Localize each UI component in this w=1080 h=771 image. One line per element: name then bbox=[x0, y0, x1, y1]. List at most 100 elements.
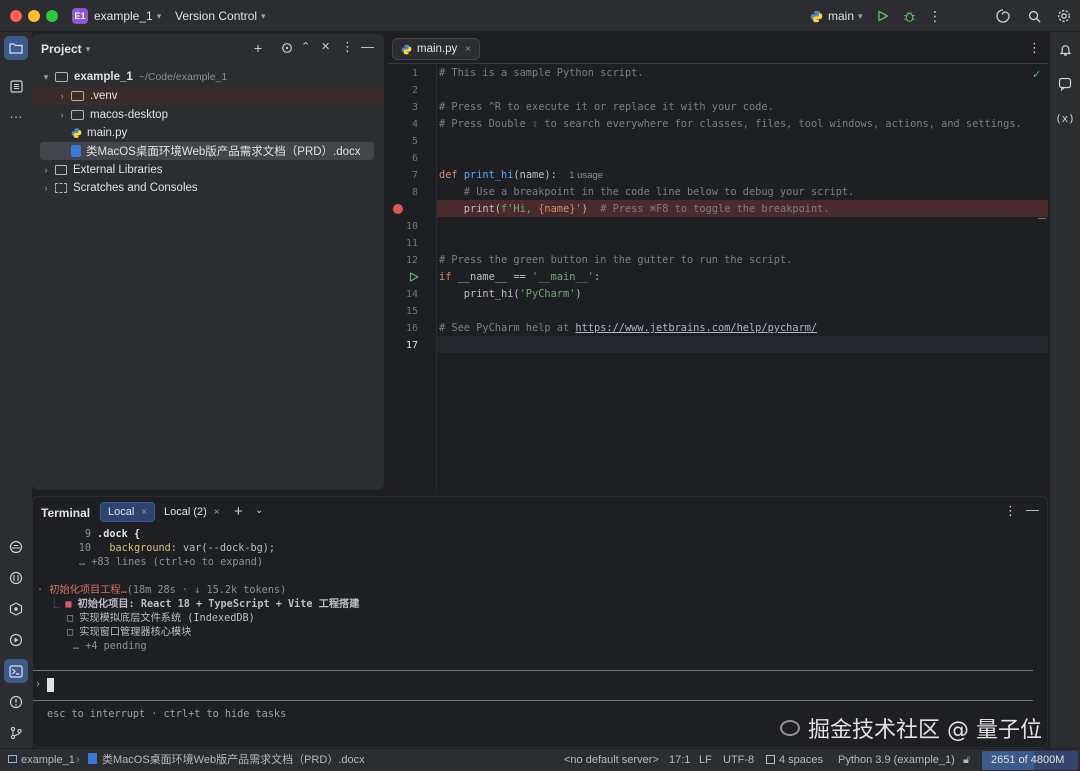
line-number: 4 bbox=[411, 119, 418, 130]
ai-assistant-icon[interactable] bbox=[993, 7, 1013, 25]
sciview-button[interactable]: (x) bbox=[1053, 106, 1077, 130]
tree-item-label: Scratches and Consoles bbox=[73, 182, 198, 194]
tree-item-external-libraries[interactable]: › External Libraries bbox=[32, 161, 384, 179]
close-tab-icon[interactable]: × bbox=[141, 507, 147, 518]
code-line-14[interactable]: print_hi('PyCharm') bbox=[439, 286, 582, 303]
code-line-4[interactable]: # Press Double ⇧ to search everywhere fo… bbox=[439, 116, 1022, 133]
memory-indicator[interactable]: 2651 of 4800M bbox=[982, 751, 1078, 770]
status-project[interactable]: example_1 bbox=[8, 753, 75, 768]
python-packages-button[interactable] bbox=[4, 535, 28, 559]
code-text: ) bbox=[575, 288, 582, 300]
code-line-13[interactable]: if __name__ == '__main__': bbox=[439, 269, 600, 286]
status-interpreter[interactable]: Python 3.9 (example_1) bbox=[838, 753, 955, 768]
settings-button[interactable] bbox=[1054, 7, 1074, 25]
chevron-down-icon: ▾ bbox=[156, 10, 162, 21]
spiral-icon bbox=[996, 9, 1010, 23]
ai-chat-button[interactable] bbox=[1053, 72, 1077, 96]
tree-item-macos-desktop[interactable]: › macos-desktop bbox=[32, 106, 384, 124]
python-console-button[interactable] bbox=[4, 566, 28, 590]
line-number: 5 bbox=[411, 136, 418, 147]
comment: # Press ⌘F8 to toggle the breakpoint. bbox=[587, 203, 830, 215]
collapse-all-icon[interactable]: ✕ bbox=[321, 40, 330, 53]
prompt-bottom-border bbox=[33, 700, 1033, 701]
code-line-9[interactable]: print(f'Hi, {name}') # Press ⌘F8 to togg… bbox=[439, 201, 830, 218]
prompt-symbol: › bbox=[35, 679, 42, 690]
status-encoding[interactable]: UTF-8 bbox=[723, 753, 754, 768]
tree-item-root[interactable]: ▾ example_1 ~/Code/example_1 bbox=[32, 68, 384, 86]
debug-button[interactable] bbox=[899, 7, 919, 25]
version-control-tool-button[interactable] bbox=[4, 721, 28, 745]
new-file-icon[interactable]: + bbox=[254, 40, 262, 56]
line-number: 12 bbox=[405, 255, 418, 266]
new-terminal-icon[interactable]: + bbox=[234, 503, 243, 520]
tree-item-label: 类MacOS桌面环境Web版产品需求文档（PRD）.docx bbox=[86, 146, 361, 158]
run-tool-button[interactable] bbox=[4, 628, 28, 652]
close-tab-icon[interactable]: × bbox=[214, 507, 220, 518]
status-caret-position[interactable]: 17:1 bbox=[669, 753, 690, 768]
structure-tool-button[interactable] bbox=[4, 74, 28, 98]
more-actions-icon[interactable]: ⋮ bbox=[925, 7, 945, 25]
more-tools-icon[interactable]: ··· bbox=[4, 104, 28, 128]
run-circle-icon bbox=[9, 633, 23, 647]
run-button[interactable] bbox=[873, 7, 893, 25]
terminal-tab-local[interactable]: Local × bbox=[100, 502, 156, 522]
chevron-down-icon[interactable]: ⌄ bbox=[255, 505, 263, 516]
tree-item-main-py[interactable]: main.py bbox=[32, 124, 384, 142]
terminal-options-icon[interactable]: ⋮ bbox=[1004, 503, 1017, 519]
services-button[interactable] bbox=[4, 597, 28, 621]
breakpoint-marker[interactable] bbox=[393, 204, 403, 214]
vcs-menu[interactable]: Version Control ▾ bbox=[175, 7, 266, 25]
status-file-label: 类MacOS桌面环境Web版产品需求文档（PRD）.docx bbox=[102, 754, 365, 766]
status-indent[interactable]: 4 spaces bbox=[766, 753, 823, 768]
editor: main.py × ⋮ ✓ 1234567891011121314151617 … bbox=[388, 34, 1048, 490]
project-name: example_1 bbox=[94, 9, 153, 23]
run-config-selector[interactable]: main ▾ bbox=[810, 7, 863, 25]
close-window-button[interactable] bbox=[10, 10, 22, 22]
code-line-7[interactable]: def print_hi(name): 1 usage bbox=[439, 167, 603, 184]
status-line-separator[interactable]: LF bbox=[699, 753, 712, 768]
string-literal: 'PyCharm' bbox=[519, 288, 576, 300]
hide-terminal-icon[interactable]: — bbox=[1026, 502, 1039, 517]
line-number: 10 bbox=[405, 221, 418, 232]
zoom-window-button[interactable] bbox=[46, 10, 58, 22]
tree-item-prd-docx[interactable]: 类MacOS桌面环境Web版产品需求文档（PRD）.docx bbox=[40, 142, 374, 160]
no-problems-check-icon: ✓ bbox=[1032, 69, 1042, 81]
tree-item-scratches[interactable]: › Scratches and Consoles bbox=[32, 179, 384, 197]
status-server[interactable]: <no default server> bbox=[564, 753, 659, 768]
tree-item-path: ~/Code/example_1 bbox=[138, 71, 228, 83]
line-number: 9 bbox=[84, 529, 91, 540]
terminal-tab-local-2[interactable]: Local (2) × bbox=[157, 502, 227, 522]
string-literal: f'Hi, bbox=[501, 203, 539, 215]
project-switcher[interactable]: E1 example_1 ▾ bbox=[72, 7, 161, 25]
project-view-selector[interactable]: Project ▾ bbox=[41, 42, 90, 56]
locate-file-icon[interactable] bbox=[281, 42, 293, 57]
breadcrumb-separator: › bbox=[76, 754, 80, 766]
minimize-window-button[interactable] bbox=[28, 10, 40, 22]
problems-tool-button[interactable] bbox=[4, 690, 28, 714]
code-line-12[interactable]: # Press the green button in the gutter t… bbox=[439, 252, 792, 269]
code-line-8[interactable]: # Use a breakpoint in the code line belo… bbox=[439, 184, 855, 201]
code-line-16[interactable]: # See PyCharm help at https://www.jetbra… bbox=[439, 320, 817, 337]
status-file[interactable]: 类MacOS桌面环境Web版产品需求文档（PRD）.docx bbox=[88, 753, 365, 768]
help-link[interactable]: https://www.jetbrains.com/help/pycharm/ bbox=[575, 322, 817, 334]
expand-all-icon[interactable]: ⌃ bbox=[301, 40, 310, 53]
tree-item-venv[interactable]: › .venv bbox=[32, 87, 384, 105]
code-line-3[interactable]: # Press ^R to execute it or replace it w… bbox=[439, 99, 774, 116]
project-tool-button[interactable] bbox=[4, 36, 28, 60]
tab-options-icon[interactable]: ⋮ bbox=[1028, 40, 1041, 56]
tree-item-label: External Libraries bbox=[73, 164, 163, 176]
gutter-run-button[interactable] bbox=[409, 271, 419, 285]
notifications-button[interactable] bbox=[1053, 38, 1077, 62]
hide-panel-icon[interactable]: — bbox=[361, 39, 374, 54]
line-number: 2 bbox=[411, 85, 418, 96]
terminal-tool-button[interactable] bbox=[4, 659, 28, 683]
code-line-1[interactable]: # This is a sample Python script. bbox=[439, 65, 644, 82]
css-value: : var(--dock-bg); bbox=[170, 543, 276, 554]
package-icon bbox=[9, 540, 23, 554]
search-everywhere-button[interactable] bbox=[1024, 7, 1044, 25]
close-tab-icon[interactable]: × bbox=[465, 44, 471, 55]
usage-hint[interactable]: 1 usage bbox=[569, 170, 603, 181]
tab-main-py[interactable]: main.py × bbox=[392, 38, 481, 60]
lock-icon[interactable]: 🔓︎ bbox=[963, 753, 970, 768]
options-menu-icon[interactable]: ⋮ bbox=[341, 39, 354, 55]
